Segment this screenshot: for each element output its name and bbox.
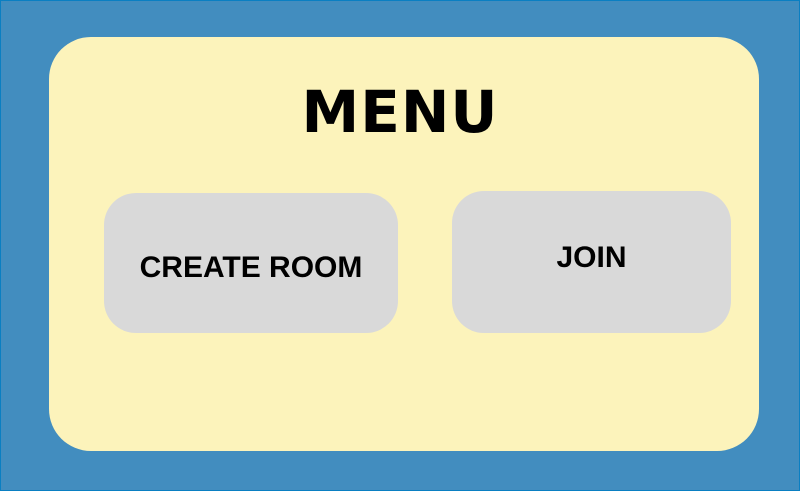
create-room-button[interactable]: CREATE ROOM bbox=[104, 193, 398, 333]
join-button[interactable]: JOIN bbox=[452, 191, 731, 333]
page-title: MENU bbox=[301, 78, 499, 146]
